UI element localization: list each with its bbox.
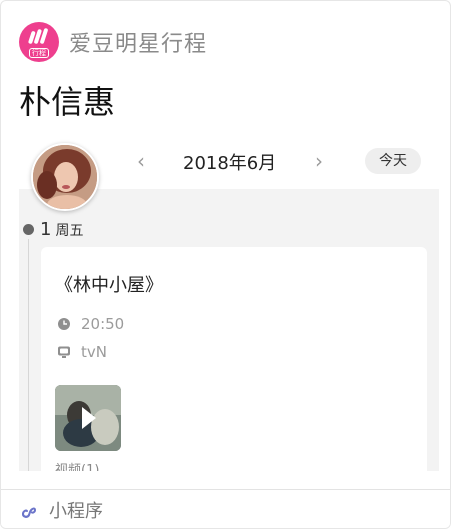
app-header[interactable]: 行程 爱豆明星行程 [19, 21, 207, 63]
page-title: 朴信惠 [19, 83, 116, 121]
app-logo-tag: 行程 [29, 48, 49, 58]
timeline-line [28, 239, 29, 471]
event-title: 《林中小屋》 [55, 275, 163, 296]
day-dot-icon [23, 224, 34, 235]
app-window: 行程 爱豆明星行程 朴信惠 ‹ 2018年6月 › 今天 1 周五 《林中小屋》… [0, 0, 451, 529]
clock-icon [58, 318, 70, 330]
app-name: 爱豆明星行程 [69, 32, 208, 57]
tv-icon [58, 346, 70, 358]
day-header: 1 周五 [23, 219, 83, 240]
app-logo-icon: 行程 [19, 22, 59, 62]
today-button[interactable]: 今天 [365, 148, 421, 174]
avatar[interactable] [31, 143, 99, 211]
event-channel: tvN [81, 343, 107, 361]
event-card[interactable]: 《林中小屋》 20:50 tvN 视频(1) [41, 247, 427, 471]
prev-month-button[interactable]: ‹ [131, 149, 151, 173]
next-month-button[interactable]: › [309, 149, 329, 173]
mini-program-icon [21, 507, 37, 518]
mini-program-label: 小程序 [49, 501, 103, 522]
mini-program-bar[interactable]: 小程序 [1, 489, 450, 528]
day-number: 1 [40, 219, 52, 240]
event-channel-row: tvN [57, 343, 107, 361]
video-thumbnail[interactable] [55, 385, 121, 451]
event-time: 20:50 [81, 315, 125, 333]
month-label: 2018年6月 [183, 153, 277, 174]
video-count-label: 视频(1) [55, 463, 100, 471]
day-weekday: 周五 [55, 222, 84, 239]
event-time-row: 20:50 [57, 315, 124, 333]
schedule-panel: ‹ 2018年6月 › 今天 1 周五 《林中小屋》 20:50 tvN 视频(… [19, 131, 439, 471]
